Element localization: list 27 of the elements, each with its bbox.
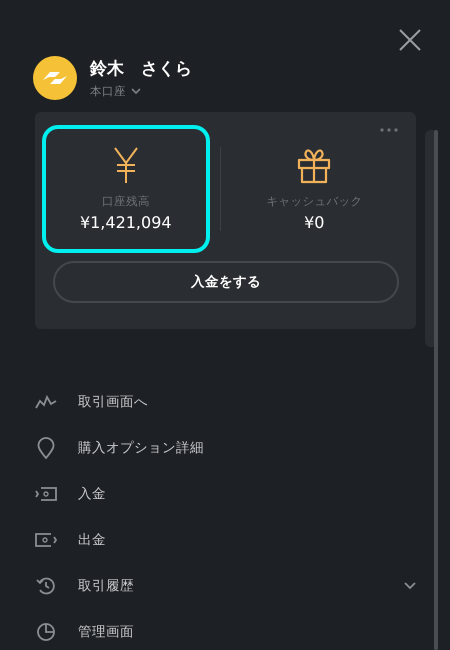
tile-label: 口座残高 — [102, 194, 150, 209]
banknote-icon — [35, 532, 57, 548]
close-icon[interactable] — [399, 29, 421, 51]
cashback-tile[interactable]: キャッシュバック ¥0 — [230, 125, 398, 253]
menu-item[interactable]: 入金 — [0, 471, 450, 517]
chevron-down-icon[interactable] — [131, 88, 141, 94]
more-icon[interactable] — [380, 128, 398, 132]
balance-tile[interactable]: 口座残高 ¥1,421,094 — [42, 125, 210, 253]
tile-amount: ¥0 — [304, 213, 324, 232]
menu-item[interactable]: 取引履歴 — [0, 563, 450, 609]
banknote-icon — [35, 486, 57, 502]
menu-item[interactable]: 管理画面 — [0, 609, 450, 650]
line-chart-icon — [35, 394, 57, 410]
logo-icon — [33, 56, 77, 100]
pie-chart-icon — [36, 622, 56, 642]
menu-item[interactable]: 購入オプション詳細 — [0, 425, 450, 471]
history-icon — [36, 576, 56, 596]
pin-icon — [37, 437, 55, 459]
menu-item[interactable]: 出金 — [0, 517, 450, 563]
deposit-button[interactable]: 入金をする — [53, 261, 399, 303]
yen-icon — [112, 146, 139, 184]
user-name: 鈴木 さくら — [90, 58, 192, 80]
menu-item[interactable]: 取引画面へ — [0, 379, 450, 425]
chevron-down-icon[interactable] — [404, 582, 416, 590]
account-selector[interactable]: 本口座 — [90, 84, 126, 98]
tile-label: キャッシュバック — [266, 194, 362, 209]
tile-amount: ¥1,421,094 — [80, 213, 172, 232]
